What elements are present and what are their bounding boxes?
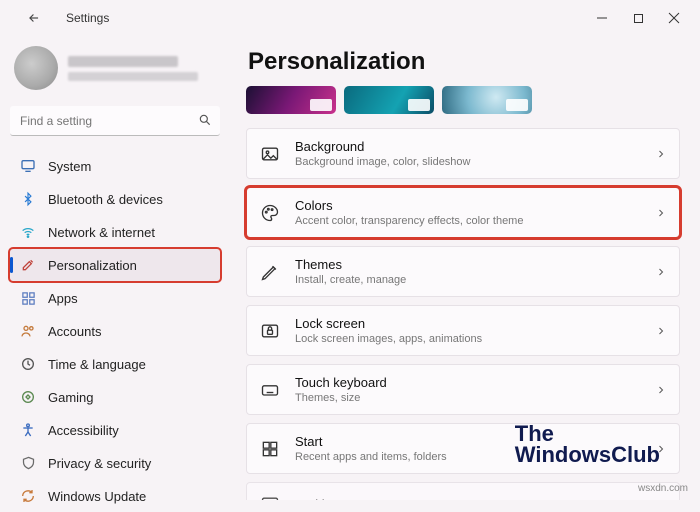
- sidebar-item-label: Apps: [48, 291, 78, 306]
- sidebar-item-time[interactable]: Time & language: [10, 348, 220, 380]
- avatar: [14, 46, 58, 90]
- card-title: Lock screen: [295, 316, 641, 331]
- sidebar-item-network[interactable]: Network & internet: [10, 216, 220, 248]
- sidebar-item-label: Network & internet: [48, 225, 155, 240]
- system-icon: [20, 158, 36, 174]
- card-touchkeyboard[interactable]: Touch keyboard Themes, size: [246, 364, 680, 415]
- search-box[interactable]: [10, 106, 220, 136]
- card-taskbar[interactable]: Taskbar: [246, 482, 680, 500]
- card-background[interactable]: Background Background image, color, slid…: [246, 128, 680, 179]
- main-panel: Personalization Background Background im…: [230, 36, 700, 500]
- maximize-button[interactable]: [620, 4, 656, 32]
- chevron-right-icon: [655, 384, 667, 396]
- pen-icon: [259, 261, 281, 283]
- shield-icon: [20, 455, 36, 471]
- sidebar-item-label: Accessibility: [48, 423, 119, 438]
- theme-thumbnails: [246, 86, 680, 114]
- minimize-button[interactable]: [584, 4, 620, 32]
- chevron-right-icon: [655, 148, 667, 160]
- accessibility-icon: [20, 422, 36, 438]
- sidebar-item-label: Windows Update: [48, 489, 146, 504]
- sidebar-item-privacy[interactable]: Privacy & security: [10, 447, 220, 479]
- card-subtitle: Install, create, manage: [295, 274, 641, 286]
- search-icon: [198, 113, 212, 127]
- taskbar-icon: [259, 493, 281, 500]
- sidebar-item-label: System: [48, 159, 91, 174]
- profile-email: [68, 72, 198, 81]
- settings-cards: Background Background image, color, slid…: [246, 128, 680, 500]
- titlebar: Settings: [0, 0, 700, 36]
- keyboard-icon: [259, 379, 281, 401]
- bluetooth-icon: [20, 191, 36, 207]
- card-title: Taskbar: [295, 497, 667, 501]
- chevron-right-icon: [655, 207, 667, 219]
- sidebar-item-personalization[interactable]: Personalization: [10, 249, 220, 281]
- card-subtitle: Lock screen images, apps, animations: [295, 333, 641, 345]
- card-subtitle: Accent color, transparency effects, colo…: [295, 215, 641, 227]
- start-icon: [259, 438, 281, 460]
- page-title: Personalization: [248, 48, 680, 76]
- card-subtitle: Themes, size: [295, 392, 641, 404]
- sidebar-item-label: Bluetooth & devices: [48, 192, 163, 207]
- sidebar-item-accessibility[interactable]: Accessibility: [10, 414, 220, 446]
- close-button[interactable]: [656, 4, 692, 32]
- card-start[interactable]: Start Recent apps and items, folders: [246, 423, 680, 474]
- card-title: Themes: [295, 257, 641, 272]
- gaming-icon: [20, 389, 36, 405]
- card-colors[interactable]: Colors Accent color, transparency effect…: [246, 187, 680, 238]
- profile-block[interactable]: [10, 42, 220, 96]
- card-title: Colors: [295, 198, 641, 213]
- back-button[interactable]: [16, 4, 52, 32]
- sidebar-item-label: Accounts: [48, 324, 101, 339]
- sidebar-item-label: Privacy & security: [48, 456, 151, 471]
- sidebar-item-system[interactable]: System: [10, 150, 220, 182]
- card-themes[interactable]: Themes Install, create, manage: [246, 246, 680, 297]
- theme-thumb[interactable]: [442, 86, 532, 114]
- update-icon: [20, 488, 36, 504]
- card-title: Touch keyboard: [295, 375, 641, 390]
- sidebar: System Bluetooth & devices Network & int…: [0, 36, 230, 500]
- palette-icon: [259, 202, 281, 224]
- card-title: Start: [295, 434, 641, 449]
- sidebar-item-bluetooth[interactable]: Bluetooth & devices: [10, 183, 220, 215]
- wifi-icon: [20, 224, 36, 240]
- apps-icon: [20, 290, 36, 306]
- theme-thumb[interactable]: [246, 86, 336, 114]
- card-title: Background: [295, 139, 641, 154]
- theme-thumb[interactable]: [344, 86, 434, 114]
- sidebar-item-accounts[interactable]: Accounts: [10, 315, 220, 347]
- lockscreen-icon: [259, 320, 281, 342]
- sidebar-item-gaming[interactable]: Gaming: [10, 381, 220, 413]
- sidebar-item-update[interactable]: Windows Update: [10, 480, 220, 512]
- card-lockscreen[interactable]: Lock screen Lock screen images, apps, an…: [246, 305, 680, 356]
- card-subtitle: Background image, color, slideshow: [295, 156, 641, 168]
- sidebar-item-label: Time & language: [48, 357, 146, 372]
- search-input[interactable]: [10, 106, 220, 136]
- people-icon: [20, 323, 36, 339]
- sidebar-item-label: Gaming: [48, 390, 94, 405]
- card-subtitle: Recent apps and items, folders: [295, 451, 641, 463]
- profile-name: [68, 56, 178, 67]
- picture-icon: [259, 143, 281, 165]
- chevron-right-icon: [655, 443, 667, 455]
- sidebar-item-label: Personalization: [48, 258, 137, 273]
- brush-icon: [20, 257, 36, 273]
- window-title: Settings: [66, 11, 109, 25]
- chevron-right-icon: [655, 266, 667, 278]
- sidebar-item-apps[interactable]: Apps: [10, 282, 220, 314]
- chevron-right-icon: [655, 325, 667, 337]
- nav-list: System Bluetooth & devices Network & int…: [10, 150, 220, 512]
- clock-globe-icon: [20, 356, 36, 372]
